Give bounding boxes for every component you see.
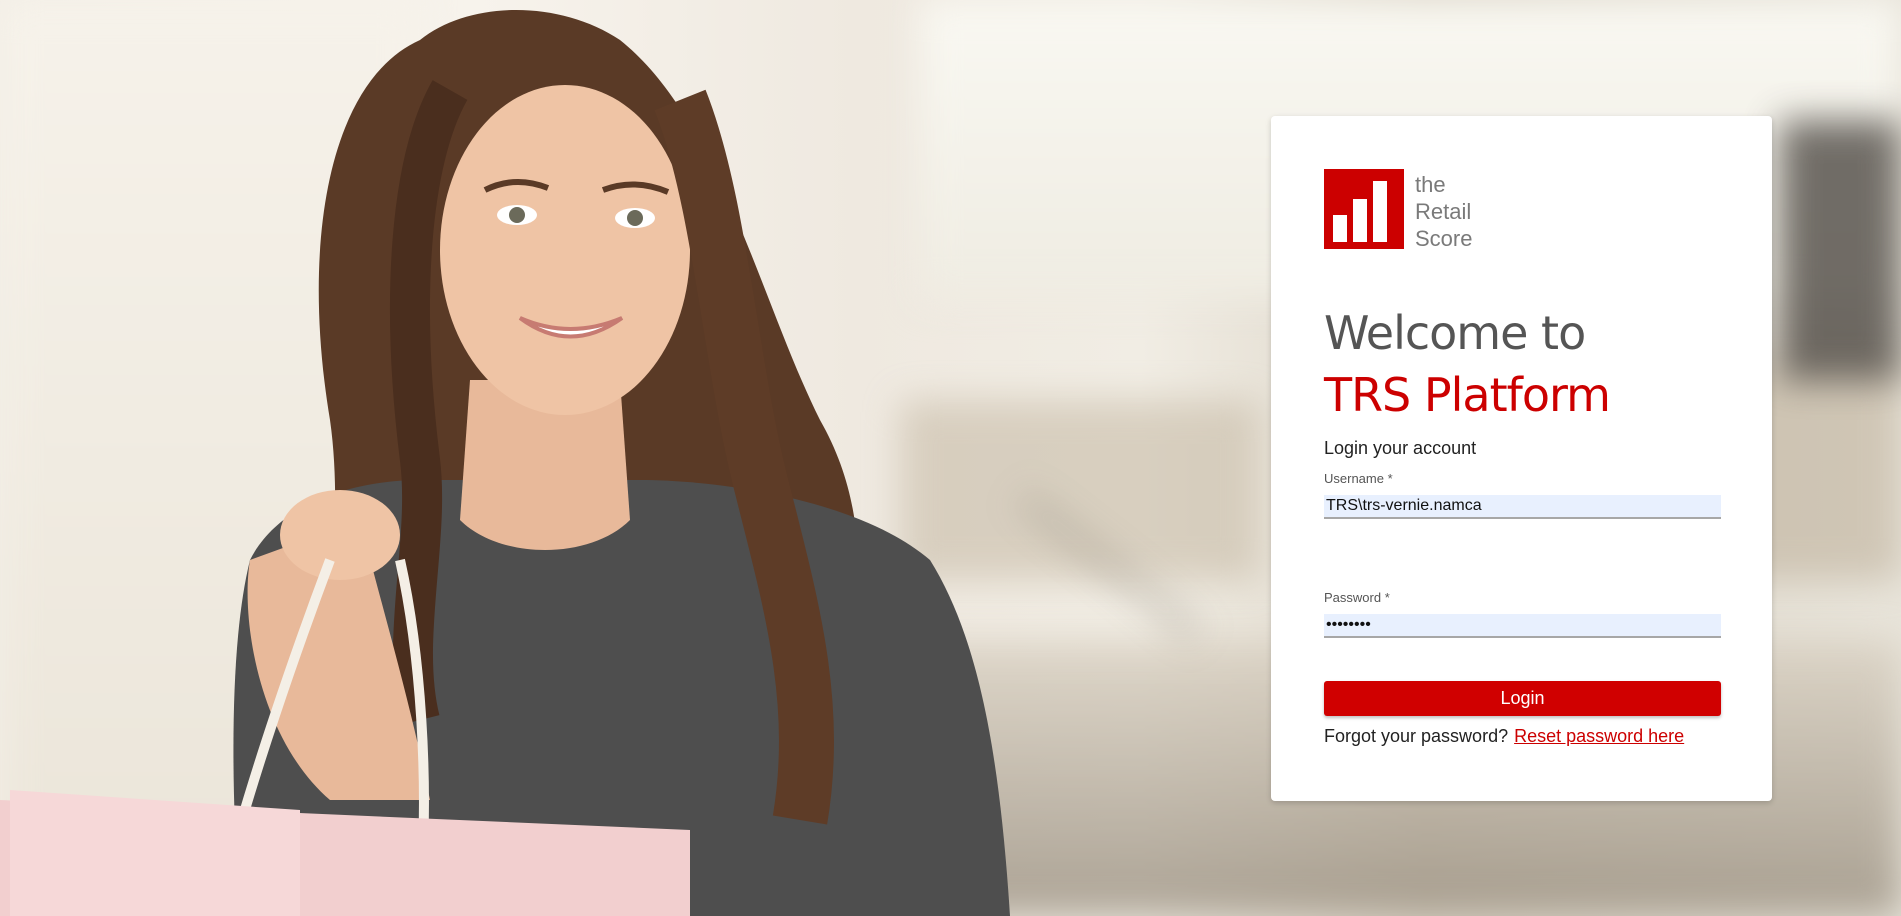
brand-logo-text: the Retail Score xyxy=(1415,171,1472,252)
login-button[interactable]: Login xyxy=(1324,681,1721,716)
platform-heading: TRS Platform xyxy=(1324,368,1611,422)
logo-text-line: Score xyxy=(1415,226,1473,251)
forgot-password-text: Forgot your password? xyxy=(1324,726,1509,746)
password-field[interactable] xyxy=(1324,614,1721,638)
background-shop xyxy=(1780,120,1901,380)
login-subtitle: Login your account xyxy=(1324,438,1477,458)
bar-chart-logo-icon xyxy=(1324,169,1404,249)
reset-password-link[interactable]: Reset password here xyxy=(1514,726,1684,746)
login-page: the Retail Score Welcome to TRS Platform… xyxy=(0,0,1901,916)
username-label: Username * xyxy=(1324,471,1393,486)
password-label: Password * xyxy=(1324,590,1390,605)
shopper-photo xyxy=(0,10,1010,916)
brand-logo: the Retail Score xyxy=(1324,169,1472,252)
logo-text-line: Retail xyxy=(1415,199,1472,224)
logo-text-line: the xyxy=(1415,172,1446,197)
forgot-password-row: Forgot your password? Reset password here xyxy=(1324,726,1684,747)
username-field[interactable] xyxy=(1324,495,1721,519)
login-card: the Retail Score Welcome to TRS Platform… xyxy=(1271,116,1772,801)
welcome-heading: Welcome to xyxy=(1324,306,1586,360)
